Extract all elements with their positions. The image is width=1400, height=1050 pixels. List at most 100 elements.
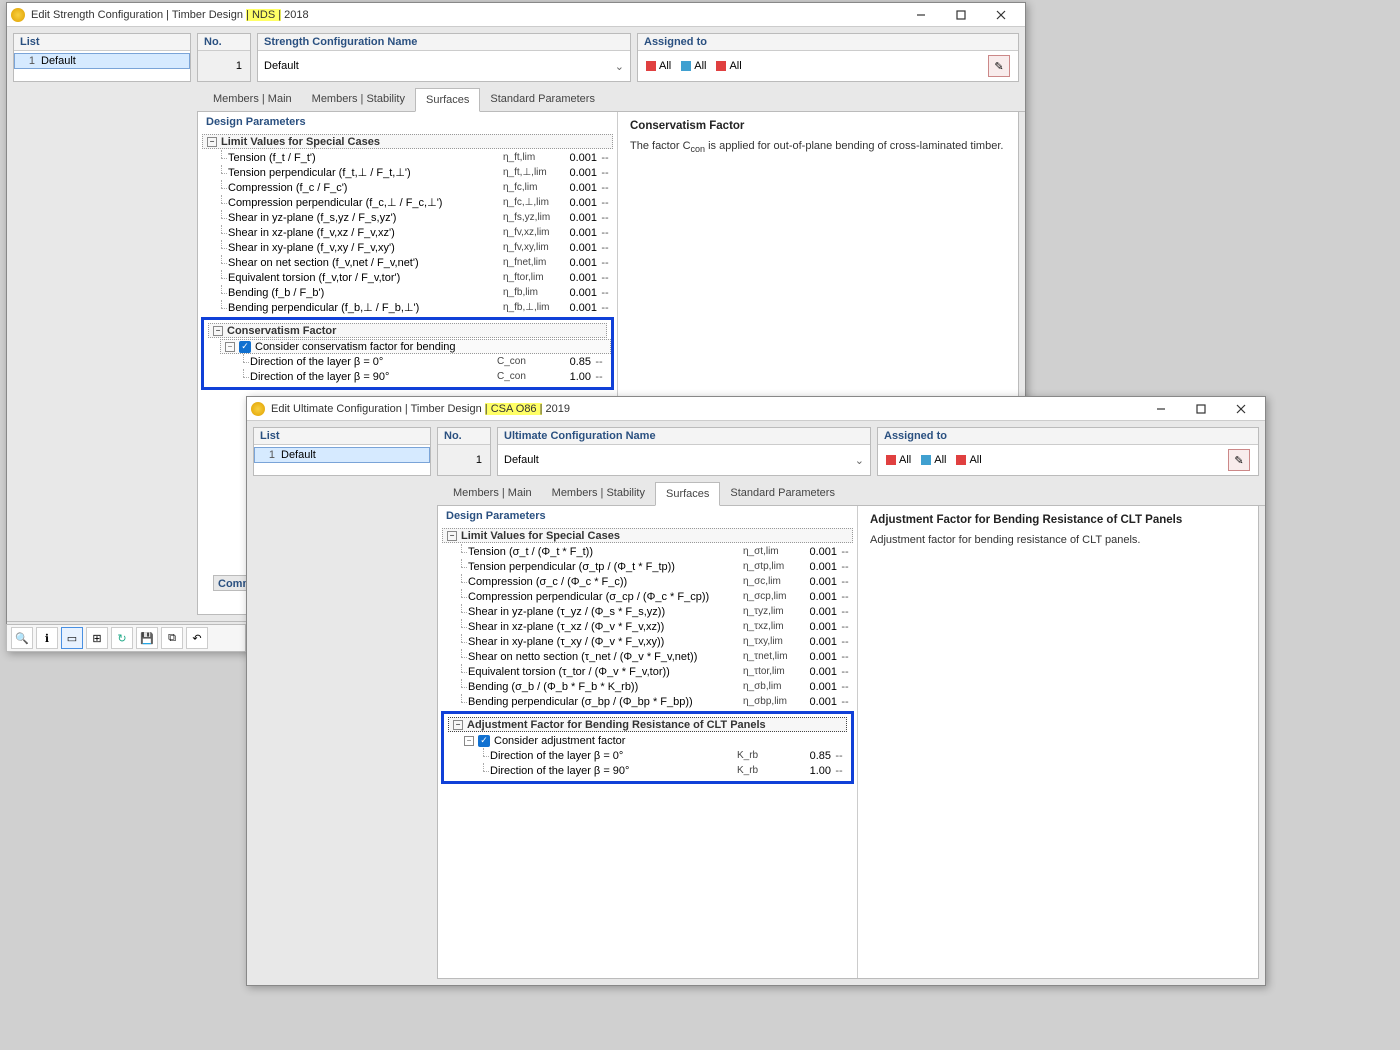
collapse-icon[interactable]: − bbox=[207, 137, 217, 147]
tree-row[interactable]: Shear on netto section (τ_net / (Φ_v * F… bbox=[438, 649, 857, 664]
tab-members-stability[interactable]: Members | Stability bbox=[542, 482, 655, 505]
tree-row[interactable]: Shear in xy-plane (τ_xy / (Φ_v * F_v,xy)… bbox=[438, 634, 857, 649]
tree-row[interactable]: Shear on net section (f_v,net / F_v,net'… bbox=[198, 255, 617, 270]
parameter-tree[interactable]: − Limit Values for Special Cases Tension… bbox=[438, 526, 857, 978]
assigned-to-panel: Assigned to All All All ✎ bbox=[877, 427, 1259, 476]
set-icon bbox=[716, 61, 726, 71]
select-button[interactable]: ▭ bbox=[61, 627, 83, 649]
tree-row[interactable]: Equivalent torsion (f_v,tor / F_v,tor')η… bbox=[198, 270, 617, 285]
window-title: Edit Strength Configuration | Timber Des… bbox=[31, 9, 901, 21]
tree-row[interactable]: Bending (σ_b / (Φ_b * F_b * K_rb))η_σb,l… bbox=[438, 679, 857, 694]
member-icon bbox=[646, 61, 656, 71]
tree-row[interactable]: Shear in xy-plane (f_v,xy / F_v,xy')η_fv… bbox=[198, 240, 617, 255]
tab-members-main[interactable]: Members | Main bbox=[443, 482, 542, 505]
number-panel: No. 1 bbox=[437, 427, 491, 476]
refresh-button[interactable]: ↻ bbox=[111, 627, 133, 649]
assigned-pill[interactable]: All bbox=[886, 454, 911, 466]
config-name-select[interactable]: Default ⌄ bbox=[258, 51, 630, 81]
tree-button[interactable]: ⊞ bbox=[86, 627, 108, 649]
tree-row[interactable]: Compression (σ_c / (Φ_c * F_c))η_σc,lim0… bbox=[438, 574, 857, 589]
collapse-icon[interactable]: − bbox=[453, 720, 463, 730]
assigned-pill[interactable]: All bbox=[921, 454, 946, 466]
titlebar[interactable]: Edit Ultimate Configuration | Timber Des… bbox=[247, 397, 1265, 421]
highlighted-section: − Adjustment Factor for Bending Resistan… bbox=[441, 711, 854, 784]
chevron-down-icon: ⌄ bbox=[855, 454, 864, 467]
collapse-icon[interactable]: − bbox=[464, 736, 474, 746]
copy-all-button[interactable]: ⧉ bbox=[161, 627, 183, 649]
surface-icon bbox=[921, 455, 931, 465]
tree-row[interactable]: Compression perpendicular (f_c,⊥ / F_c,⊥… bbox=[198, 195, 617, 210]
info-button[interactable]: ℹ bbox=[36, 627, 58, 649]
edit-assignment-button[interactable]: ✎ bbox=[1228, 449, 1250, 471]
assigned-pill[interactable]: All bbox=[716, 60, 741, 72]
config-name-panel: Strength Configuration Name Default ⌄ bbox=[257, 33, 631, 82]
design-parameters-header: Design Parameters bbox=[198, 112, 617, 132]
tree-group-adjustment[interactable]: − Adjustment Factor for Bending Resistan… bbox=[448, 717, 847, 732]
assigned-pill[interactable]: All bbox=[646, 60, 671, 72]
assigned-pill[interactable]: All bbox=[681, 60, 706, 72]
tab-standard-parameters[interactable]: Standard Parameters bbox=[480, 88, 605, 111]
number-header: No. bbox=[438, 428, 490, 445]
tab-members-main[interactable]: Members | Main bbox=[203, 88, 302, 111]
surface-icon bbox=[681, 61, 691, 71]
tree-row[interactable]: Bending (f_b / F_b')η_fb,lim0.001-- bbox=[198, 285, 617, 300]
tree-row[interactable]: Direction of the layer β = 0°C_con0.85-- bbox=[204, 354, 611, 369]
edit-assignment-button[interactable]: ✎ bbox=[988, 55, 1010, 77]
tab-members-stability[interactable]: Members | Stability bbox=[302, 88, 415, 111]
checkbox-checked-icon[interactable] bbox=[239, 341, 251, 353]
number-value: 1 bbox=[438, 445, 490, 475]
tree-row[interactable]: Direction of the layer β = 90°C_con1.00-… bbox=[204, 369, 611, 384]
tree-row[interactable]: Tension (σ_t / (Φ_t * F_t))η_σt,lim0.001… bbox=[438, 544, 857, 559]
collapse-icon[interactable]: − bbox=[447, 531, 457, 541]
list-header: List bbox=[14, 34, 190, 51]
assigned-to-panel: Assigned to All All All ✎ bbox=[637, 33, 1019, 82]
tree-row[interactable]: Direction of the layer β = 90°K_rb1.00-- bbox=[444, 763, 851, 778]
tab-standard-parameters[interactable]: Standard Parameters bbox=[720, 482, 845, 505]
tree-row[interactable]: Tension (f_t / F_t')η_ft,lim0.001-- bbox=[198, 150, 617, 165]
save-button[interactable]: 💾 bbox=[136, 627, 158, 649]
maximize-button[interactable] bbox=[1181, 398, 1221, 420]
tab-surfaces[interactable]: Surfaces bbox=[655, 482, 720, 506]
close-button[interactable] bbox=[981, 4, 1021, 26]
tree-row[interactable]: Tension perpendicular (f_t,⊥ / F_t,⊥')η_… bbox=[198, 165, 617, 180]
maximize-button[interactable] bbox=[941, 4, 981, 26]
description-text: Adjustment factor for bending resistance… bbox=[870, 534, 1246, 546]
titlebar[interactable]: Edit Strength Configuration | Timber Des… bbox=[7, 3, 1025, 27]
number-panel: No. 1 bbox=[197, 33, 251, 82]
tree-row[interactable]: Compression (f_c / F_c')η_fc,lim0.001-- bbox=[198, 180, 617, 195]
collapse-icon[interactable]: − bbox=[213, 326, 223, 336]
minimize-button[interactable] bbox=[1141, 398, 1181, 420]
tree-row-checkbox[interactable]: − Consider adjustment factor bbox=[460, 733, 851, 748]
tab-surfaces[interactable]: Surfaces bbox=[415, 88, 480, 112]
minimize-button[interactable] bbox=[901, 4, 941, 26]
tree-row[interactable]: Equivalent torsion (τ_tor / (Φ_v * F_v,t… bbox=[438, 664, 857, 679]
list-item[interactable]: 1 Default bbox=[14, 53, 190, 69]
close-button[interactable] bbox=[1221, 398, 1261, 420]
tree-row[interactable]: Shear in yz-plane (f_s,yz / F_s,yz')η_fs… bbox=[198, 210, 617, 225]
undo-button[interactable]: ↶ bbox=[186, 627, 208, 649]
design-parameters-header: Design Parameters bbox=[438, 506, 857, 526]
tree-group-limit-values[interactable]: − Limit Values for Special Cases bbox=[442, 528, 853, 543]
tree-row[interactable]: Compression perpendicular (σ_cp / (Φ_c *… bbox=[438, 589, 857, 604]
tree-row[interactable]: Shear in yz-plane (τ_yz / (Φ_s * F_s,yz)… bbox=[438, 604, 857, 619]
description-title: Adjustment Factor for Bending Resistance… bbox=[870, 514, 1246, 526]
list-item[interactable]: 1 Default bbox=[254, 447, 430, 463]
assigned-pill[interactable]: All bbox=[956, 454, 981, 466]
tree-row[interactable]: Shear in xz-plane (f_v,xz / F_v,xz')η_fv… bbox=[198, 225, 617, 240]
checkbox-checked-icon[interactable] bbox=[478, 735, 490, 747]
list-panel: List 1 Default bbox=[253, 427, 431, 476]
tree-row[interactable]: Direction of the layer β = 0°K_rb0.85-- bbox=[444, 748, 851, 763]
tree-row-checkbox[interactable]: − Consider conservatism factor for bendi… bbox=[220, 339, 611, 354]
tree-row[interactable]: Shear in xz-plane (τ_xz / (Φ_v * F_v,xz)… bbox=[438, 619, 857, 634]
tree-group-limit-values[interactable]: − Limit Values for Special Cases bbox=[202, 134, 613, 149]
config-name-select[interactable]: Default ⌄ bbox=[498, 445, 870, 475]
tree-row[interactable]: Tension perpendicular (σ_tp / (Φ_t * F_t… bbox=[438, 559, 857, 574]
tree-row[interactable]: Bending perpendicular (σ_bp / (Φ_bp * F_… bbox=[438, 694, 857, 709]
search-button[interactable]: 🔍 bbox=[11, 627, 33, 649]
tree-group-conservatism[interactable]: − Conservatism Factor bbox=[208, 323, 607, 338]
collapse-icon[interactable]: − bbox=[225, 342, 235, 352]
tree-row[interactable]: Bending perpendicular (f_b,⊥ / F_b,⊥')η_… bbox=[198, 300, 617, 315]
config-name-header: Strength Configuration Name bbox=[258, 34, 630, 51]
tab-bar: Members | Main Members | Stability Surfa… bbox=[437, 482, 1265, 506]
app-icon bbox=[251, 402, 265, 416]
